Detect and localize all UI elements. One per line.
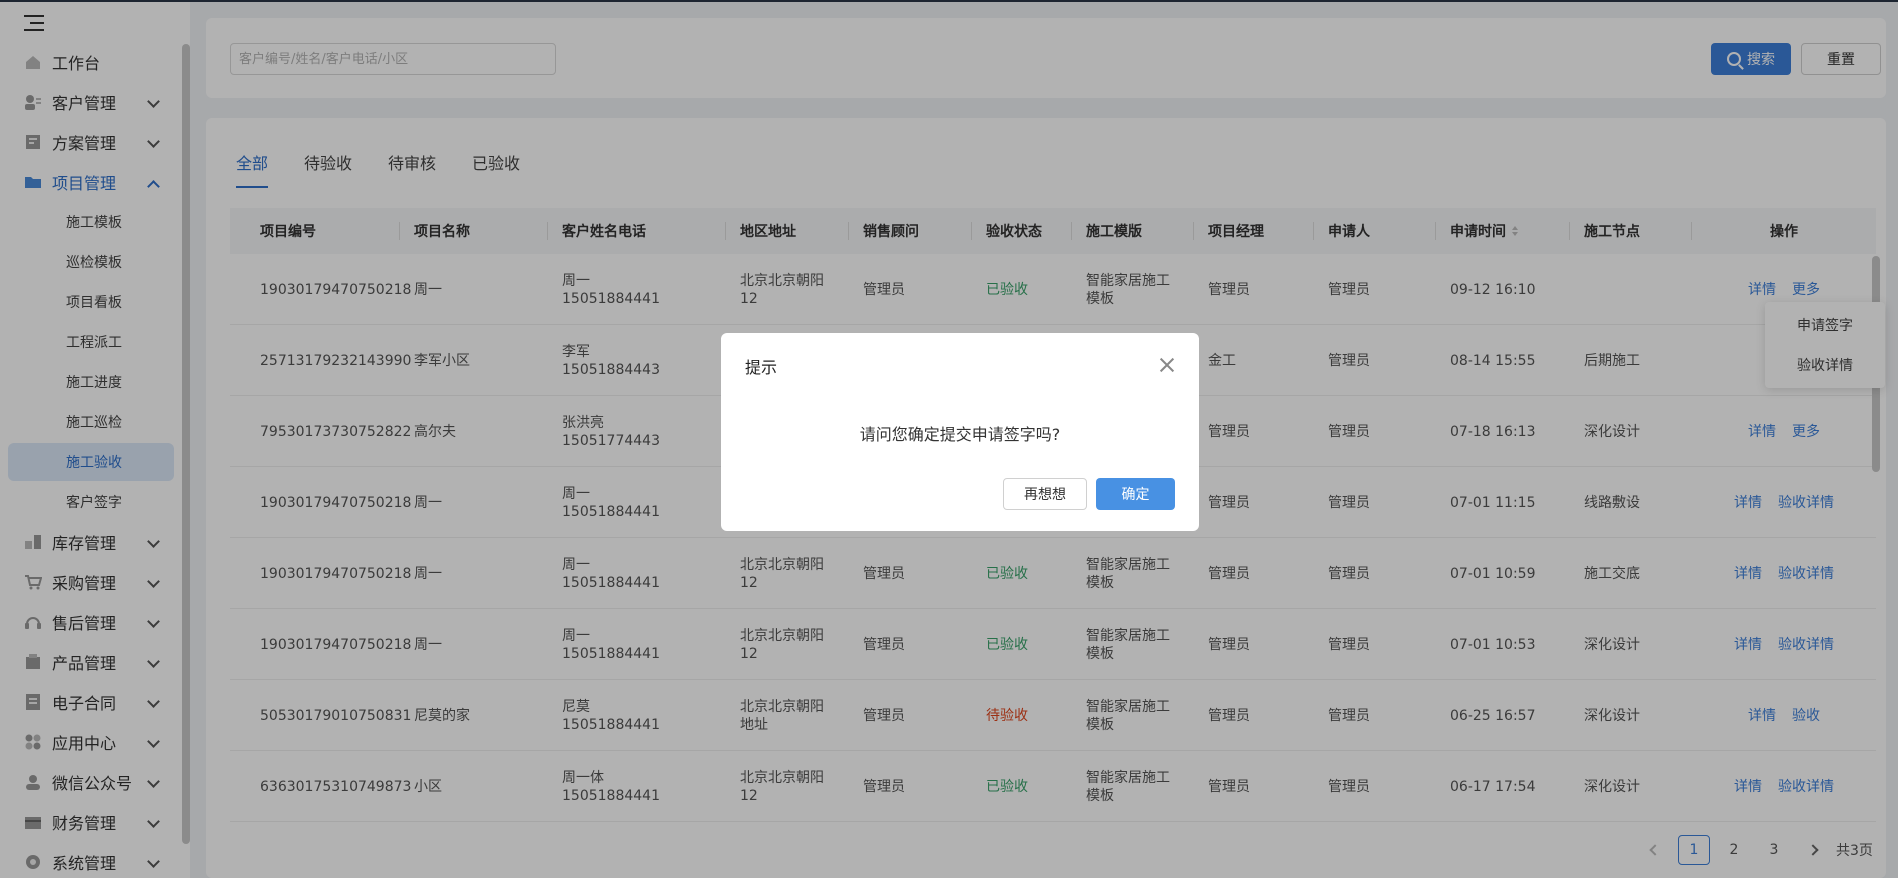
dialog-title: 提示 [745,358,778,377]
confirm-button[interactable]: 确定 [1096,478,1175,510]
close-icon[interactable] [1159,357,1175,373]
cancel-button[interactable]: 再想想 [1003,478,1087,510]
dialog-message: 请问您确定提交申请签字吗? [859,425,1061,444]
confirm-dialog: 提示 请问您确定提交申请签字吗? 再想想 确定 [721,333,1199,531]
